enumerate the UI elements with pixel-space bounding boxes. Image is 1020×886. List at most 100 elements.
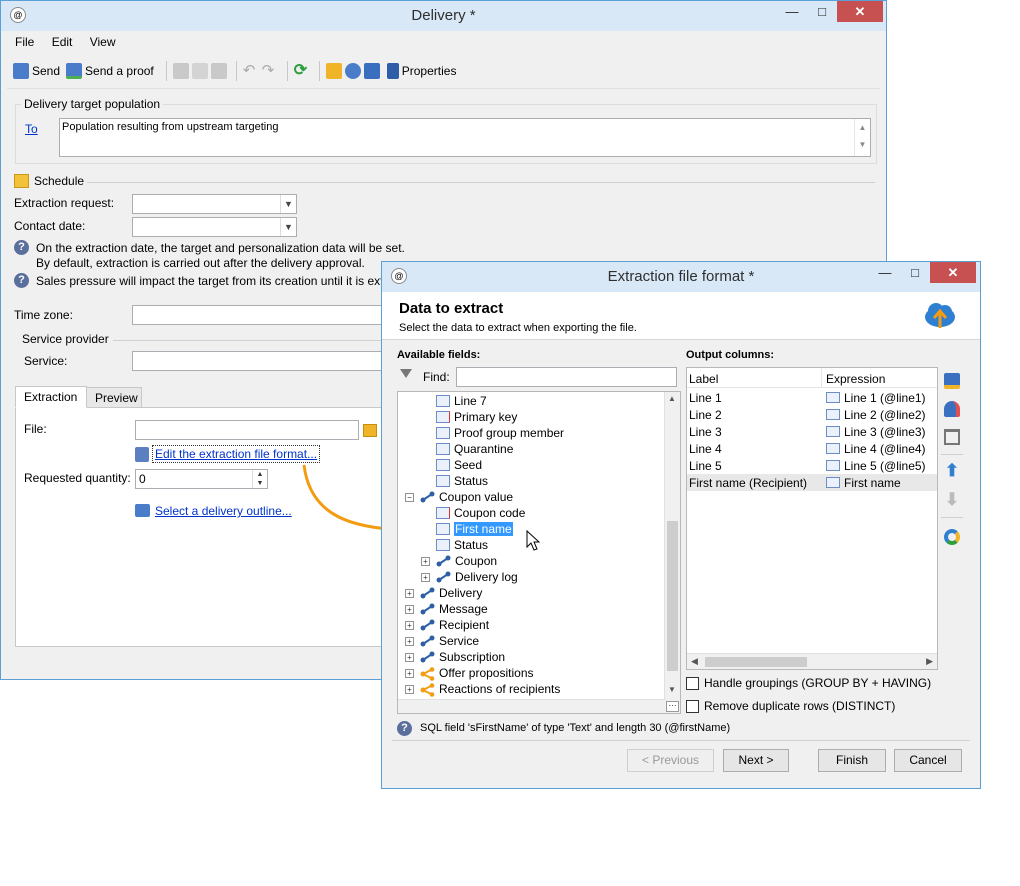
tree-item[interactable]: Seed xyxy=(436,457,482,473)
undo-icon[interactable]: ↶ xyxy=(243,63,259,79)
minimize-button[interactable]: — xyxy=(777,1,807,22)
menu-view[interactable]: View xyxy=(90,35,116,49)
expand-icon[interactable]: + xyxy=(405,604,414,614)
tree-item[interactable]: Status xyxy=(436,473,488,489)
col-header-expression[interactable]: Expression xyxy=(826,372,885,386)
add-expression-icon[interactable] xyxy=(944,401,960,417)
service-provider-label: Service provider xyxy=(22,332,109,346)
gift-icon[interactable] xyxy=(325,63,342,79)
tree-scrollbar[interactable]: ▲ ▼ xyxy=(664,392,680,713)
tasks-icon[interactable] xyxy=(363,63,380,79)
menu-edit[interactable]: Edit xyxy=(52,35,73,49)
tree-item[interactable]: Proof group member xyxy=(436,425,564,441)
redo-icon[interactable]: ↷ xyxy=(262,63,278,79)
close-button[interactable]: ✕ xyxy=(930,262,976,283)
expand-icon[interactable]: + xyxy=(405,684,414,694)
expand-icon[interactable]: + xyxy=(421,572,430,582)
copy-icon[interactable] xyxy=(172,63,189,79)
cut-icon[interactable] xyxy=(191,63,208,79)
tree-item[interactable]: Quarantine xyxy=(436,441,513,457)
grid-hscrollbar[interactable]: ◀ ▶ xyxy=(687,653,937,669)
expand-icon[interactable]: + xyxy=(405,652,414,662)
tree-item[interactable]: Primary key xyxy=(436,409,517,425)
tree-item[interactable]: − Coupon value xyxy=(405,489,513,505)
expand-icon[interactable]: + xyxy=(405,620,414,630)
grid-row[interactable]: Line 4 Line 4 (@line4) xyxy=(687,440,937,457)
send-proof-button[interactable]: Send a proof xyxy=(66,63,154,79)
cancel-button[interactable]: Cancel xyxy=(894,749,962,772)
expand-icon[interactable]: + xyxy=(405,588,414,598)
select-delivery-outline-link[interactable]: Select a delivery outline... xyxy=(155,504,292,518)
grid-row[interactable]: Line 3 Line 3 (@line3) xyxy=(687,423,937,440)
handle-groupings-checkbox[interactable]: Handle groupings (GROUP BY + HAVING) xyxy=(686,676,931,691)
expand-icon[interactable]: + xyxy=(421,556,430,566)
tree-item[interactable]: + Recipient xyxy=(405,617,489,633)
expand-icon[interactable]: + xyxy=(405,636,414,646)
textarea-scrollbar[interactable]: ▲ ▼ xyxy=(854,119,870,156)
service-field[interactable] xyxy=(132,351,392,371)
find-input[interactable] xyxy=(456,367,677,387)
tree-item[interactable]: First name xyxy=(436,521,514,537)
tree-item[interactable]: + Coupon xyxy=(421,553,497,569)
add-column-icon[interactable] xyxy=(944,373,960,389)
move-down-icon[interactable]: ⬇ xyxy=(944,491,960,508)
remove-duplicates-checkbox[interactable]: Remove duplicate rows (DISTINCT) xyxy=(686,699,895,714)
tree-item[interactable]: + Message xyxy=(405,601,488,617)
grid-row[interactable]: First name (Recipient) First name xyxy=(687,474,937,491)
collapse-icon[interactable]: − xyxy=(405,492,414,502)
audit-icon[interactable] xyxy=(344,63,361,79)
hscroll-thumb[interactable] xyxy=(705,657,807,667)
tab-extraction[interactable]: Extraction xyxy=(15,386,87,408)
minimize-button[interactable]: — xyxy=(870,262,900,283)
file-field[interactable] xyxy=(135,420,359,440)
scroll-thumb[interactable] xyxy=(667,521,678,671)
requested-quantity-stepper[interactable]: 0 ▲ ▼ xyxy=(135,469,268,489)
scroll-down-icon[interactable]: ▼ xyxy=(668,685,676,694)
output-columns-grid[interactable]: Label Expression Line 1 Line 1 (@line1) Li… xyxy=(686,367,938,670)
tree-item[interactable]: + Service xyxy=(405,633,479,649)
tree-item[interactable]: + Delivery log xyxy=(421,569,518,585)
paste-icon[interactable] xyxy=(210,63,227,79)
tree-item[interactable]: + Subscription xyxy=(405,649,505,665)
scroll-up-icon[interactable]: ▲ xyxy=(668,394,676,403)
finish-button[interactable]: Finish xyxy=(818,749,886,772)
stepper-arrows[interactable]: ▲ ▼ xyxy=(252,470,267,488)
menu-bar: File Edit View xyxy=(15,35,130,49)
tree-item[interactable]: + Delivery xyxy=(405,585,482,601)
grid-row[interactable]: Line 2 Line 2 (@line2) xyxy=(687,406,937,423)
time-zone-label: Time zone: xyxy=(14,308,73,322)
more-icon[interactable]: ··· xyxy=(666,701,679,712)
send-button[interactable]: Send xyxy=(13,63,60,79)
to-link[interactable]: To xyxy=(25,122,38,136)
to-textarea[interactable]: Population resulting from upstream targe… xyxy=(59,118,871,157)
tree-item[interactable]: Coupon code xyxy=(436,505,525,521)
file-browse-icon[interactable] xyxy=(363,424,377,437)
maximize-button[interactable]: □ xyxy=(900,262,930,283)
col-header-label[interactable]: Label xyxy=(689,372,718,386)
grid-row[interactable]: Line 5 Line 5 (@line5) xyxy=(687,457,937,474)
contact-date-combo[interactable]: ▼ xyxy=(132,217,297,237)
move-up-icon[interactable]: ⬆ xyxy=(944,462,960,479)
previous-button[interactable]: < Previous xyxy=(627,749,714,772)
tab-preview[interactable]: Preview xyxy=(86,387,142,408)
next-button[interactable]: Next > xyxy=(723,749,789,772)
expand-icon[interactable]: + xyxy=(405,668,414,678)
extraction-request-combo[interactable]: ▼ xyxy=(132,194,297,214)
delete-icon[interactable] xyxy=(944,429,960,445)
menu-file[interactable]: File xyxy=(15,35,34,49)
tree-item[interactable]: + Offer propositions xyxy=(405,665,534,681)
time-zone-field[interactable] xyxy=(132,305,392,325)
grid-row[interactable]: Line 1 Line 1 (@line1) xyxy=(687,389,937,406)
close-button[interactable]: ✕ xyxy=(837,1,883,22)
tree-item[interactable]: Line 7 xyxy=(436,393,487,409)
fields-tree[interactable]: Line 7 Primary key Proof group member Quara… xyxy=(397,391,681,714)
expression-icon xyxy=(826,409,840,420)
scroll-right-icon[interactable]: ▶ xyxy=(926,656,933,667)
tree-item[interactable]: + Reactions of recipients xyxy=(405,681,560,697)
tree-item[interactable]: Status xyxy=(436,537,488,553)
distribution-icon[interactable] xyxy=(944,529,960,545)
properties-button[interactable]: Properties xyxy=(386,63,456,79)
refresh-icon[interactable]: ⟳ xyxy=(294,63,310,79)
maximize-button[interactable]: □ xyxy=(807,1,837,22)
scroll-left-icon[interactable]: ◀ xyxy=(691,656,698,667)
